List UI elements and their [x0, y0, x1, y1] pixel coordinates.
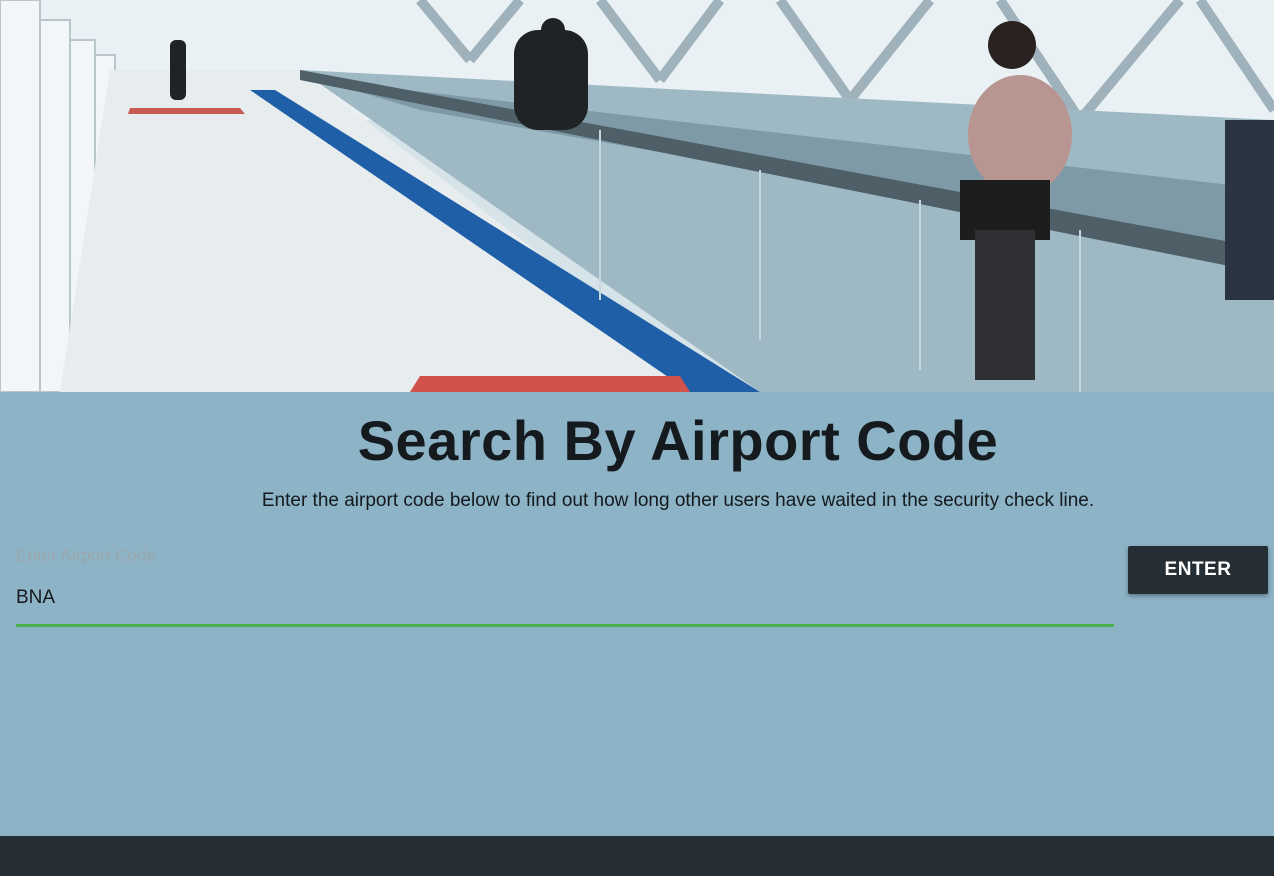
input-underline — [16, 624, 1114, 627]
search-section: Search By Airport Code Enter the airport… — [0, 392, 1274, 836]
hero-image — [0, 0, 1274, 392]
airport-code-label: Enter Airport Code — [16, 546, 156, 565]
footer — [0, 836, 1274, 876]
page-title: Search By Airport Code — [357, 409, 999, 472]
page-subtitle: Enter the airport code below to find out… — [261, 490, 1095, 511]
enter-button[interactable]: ENTER — [1128, 546, 1268, 594]
airport-code-input[interactable] — [16, 580, 1114, 616]
